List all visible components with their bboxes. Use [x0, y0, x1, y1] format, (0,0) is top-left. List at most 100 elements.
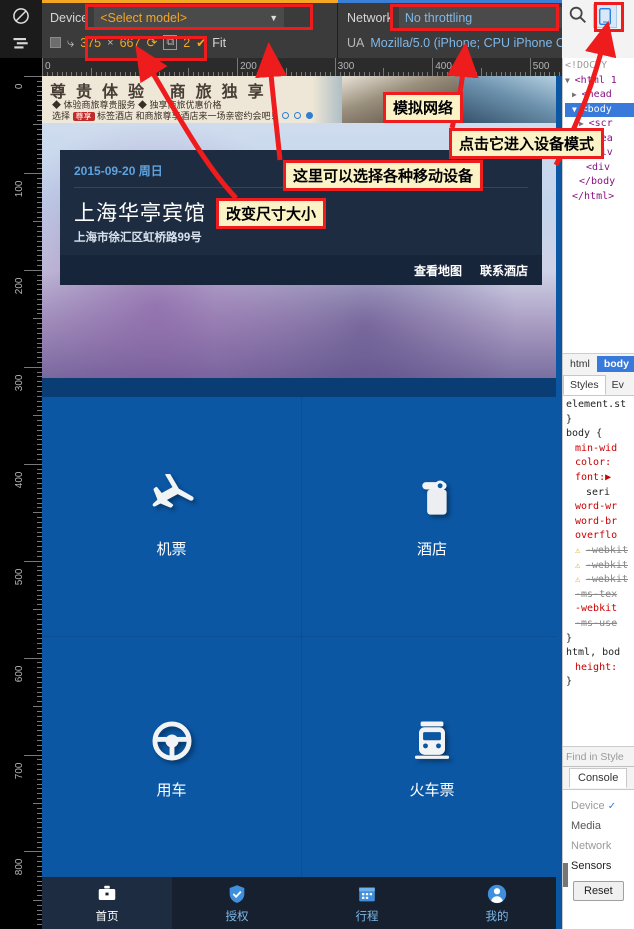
sidebar-tab[interactable]: Ev [606, 376, 630, 394]
style-rule-line[interactable]: -ms-use [566, 617, 634, 632]
tab-console[interactable]: Console [569, 768, 628, 788]
drawer-section-label: Network [571, 840, 612, 852]
triangle-down-icon[interactable]: ▼ [572, 105, 582, 114]
style-rule-line[interactable]: ⚠ -webkit [566, 573, 634, 588]
search-icon[interactable] [567, 4, 589, 26]
carousel-dot[interactable] [294, 112, 301, 119]
ruler-label: 800 [14, 858, 26, 876]
ua-label: UA [347, 35, 365, 50]
ruler-label: 0 [14, 83, 26, 90]
style-rule-line[interactable]: } [566, 675, 634, 690]
style-rule-line[interactable]: -ms-tex [566, 588, 634, 603]
style-rule-line[interactable]: color: [566, 456, 634, 471]
drawer-section-label: Device [571, 800, 608, 812]
style-text: -ms-use [575, 617, 618, 629]
style-rule-line[interactable]: element.st [566, 398, 634, 413]
carousel-dot-active[interactable] [306, 112, 313, 119]
ad-banner[interactable]: 尊贵体验 商旅独享 ◆ 体验商旅尊贵服务 ◆ 独享商旅优惠价格 选择 尊享 标签… [42, 76, 562, 123]
grid-item-label: 火车票 [409, 781, 455, 799]
check-icon: ✓ [607, 801, 617, 812]
ruler-tick [33, 415, 42, 417]
triangle-right-icon[interactable]: ▶ [579, 119, 589, 128]
drawer-section-item[interactable]: Sensors [571, 856, 634, 876]
style-rule-line[interactable]: word-wr [566, 500, 634, 515]
ruler-label: 700 [14, 762, 26, 779]
device-checkbox[interactable] [50, 37, 61, 48]
ruler-tick [432, 58, 434, 76]
network-label: Network [347, 10, 393, 25]
style-text: seri [586, 486, 611, 498]
style-property: word-wr [575, 501, 618, 513]
drawer-section-item[interactable]: Media [571, 816, 634, 836]
dom-node[interactable]: ▼ <html 1 [565, 74, 634, 89]
style-rule-line[interactable]: -webkit [566, 602, 634, 617]
style-rule-line[interactable]: min-wid [566, 442, 634, 457]
drawer-section-label: Sensors [571, 860, 612, 872]
styles-pane[interactable]: element.st} body {min-wid color: font:▶ seri… [563, 396, 634, 742]
block-icon[interactable] [11, 6, 31, 26]
style-rule-line[interactable]: ⚠ -webkit [566, 544, 634, 559]
grid-item-train[interactable]: 火车票 [302, 637, 562, 877]
style-rule-line[interactable]: height: [566, 661, 634, 676]
dom-node[interactable]: </html> [565, 190, 634, 205]
reset-button[interactable]: Reset [573, 881, 624, 901]
style-property: -webkit [585, 574, 628, 586]
rotate-icon[interactable]: ⤷ [67, 35, 74, 51]
grid-item-hotel[interactable]: 酒店 [302, 397, 562, 637]
drawer-section-item[interactable]: Device ✓ [571, 796, 634, 816]
style-rule-line[interactable]: } [566, 632, 634, 647]
ad-carousel-dots[interactable] [282, 112, 313, 119]
find-in-styles-input[interactable]: Find in Style [563, 746, 634, 766]
triangle-right-icon[interactable]: ▶ [572, 90, 582, 99]
annotation-box-device-toggle [594, 2, 624, 32]
devtools-drawer: Console Device ✓ Media Network Sensors Re… [563, 766, 634, 929]
style-rule-line[interactable]: } [566, 413, 634, 428]
nav-item-home[interactable]: 首页 [42, 877, 172, 929]
ruler-tick [24, 560, 42, 562]
style-rule-line[interactable]: html, bod [566, 646, 634, 661]
dom-node[interactable]: ▶ <head [565, 88, 634, 103]
ruler-tick [24, 366, 42, 368]
dom-node[interactable]: </body [565, 175, 634, 190]
dom-node[interactable]: <div [565, 161, 634, 176]
carousel-dot[interactable] [282, 112, 289, 119]
triangle-down-icon[interactable]: ▼ [565, 76, 575, 85]
style-rule-line[interactable]: body { [566, 427, 634, 442]
breadcrumb: html body [563, 353, 634, 374]
filter-icon[interactable] [11, 33, 31, 53]
style-rule-line[interactable]: ⚠ -webkit [566, 559, 634, 574]
nav-item-itinerary[interactable]: 行程 [302, 877, 432, 929]
grid-item-flight[interactable]: 机票 [42, 397, 302, 637]
nav-item-auth[interactable]: 授权 [172, 877, 302, 929]
dom-node-selected[interactable]: ▼ <body [565, 102, 634, 117]
breadcrumb-item[interactable]: body [596, 356, 634, 372]
style-property: height: [575, 661, 618, 673]
nav-item-profile[interactable]: 我的 [432, 877, 562, 929]
nav-item-label: 授权 [225, 910, 249, 923]
drawer-section-item[interactable]: Network [571, 836, 634, 856]
dom-node[interactable]: <!DOCTY [565, 59, 634, 74]
view-map-link[interactable]: 查看地图 [414, 262, 462, 279]
style-rule-line[interactable]: word-br [566, 515, 634, 530]
ruler-tick [24, 76, 42, 77]
fit-label: Fit [212, 35, 227, 50]
style-text: } [566, 632, 573, 644]
grid-item-label: 用车 [156, 781, 187, 799]
style-rule-line[interactable]: seri [566, 486, 634, 501]
style-rule-line[interactable]: overflo [566, 529, 634, 544]
ad-subline-2-pre: 选择 [52, 111, 71, 121]
ruler-tick [33, 124, 42, 126]
style-rule-line[interactable]: font:▶ [566, 471, 634, 486]
style-text: } [566, 413, 573, 425]
contact-hotel-link[interactable]: 联系酒店 [480, 262, 528, 279]
sidebar-tab[interactable]: Styles [563, 374, 606, 395]
breadcrumb-item[interactable]: html [563, 356, 597, 372]
service-grid: 机票 酒店 用车 火车票 [42, 397, 562, 877]
device-label: Device [50, 10, 89, 25]
ruler-tick [33, 802, 42, 804]
ruler-tick [334, 58, 336, 76]
ua-value[interactable]: Mozilla/5.0 (iPhone; CPU iPhone OS [370, 36, 574, 50]
ruler-tick [33, 512, 42, 514]
drawer-resize-handle[interactable] [563, 863, 568, 887]
grid-item-car[interactable]: 用车 [42, 637, 302, 877]
